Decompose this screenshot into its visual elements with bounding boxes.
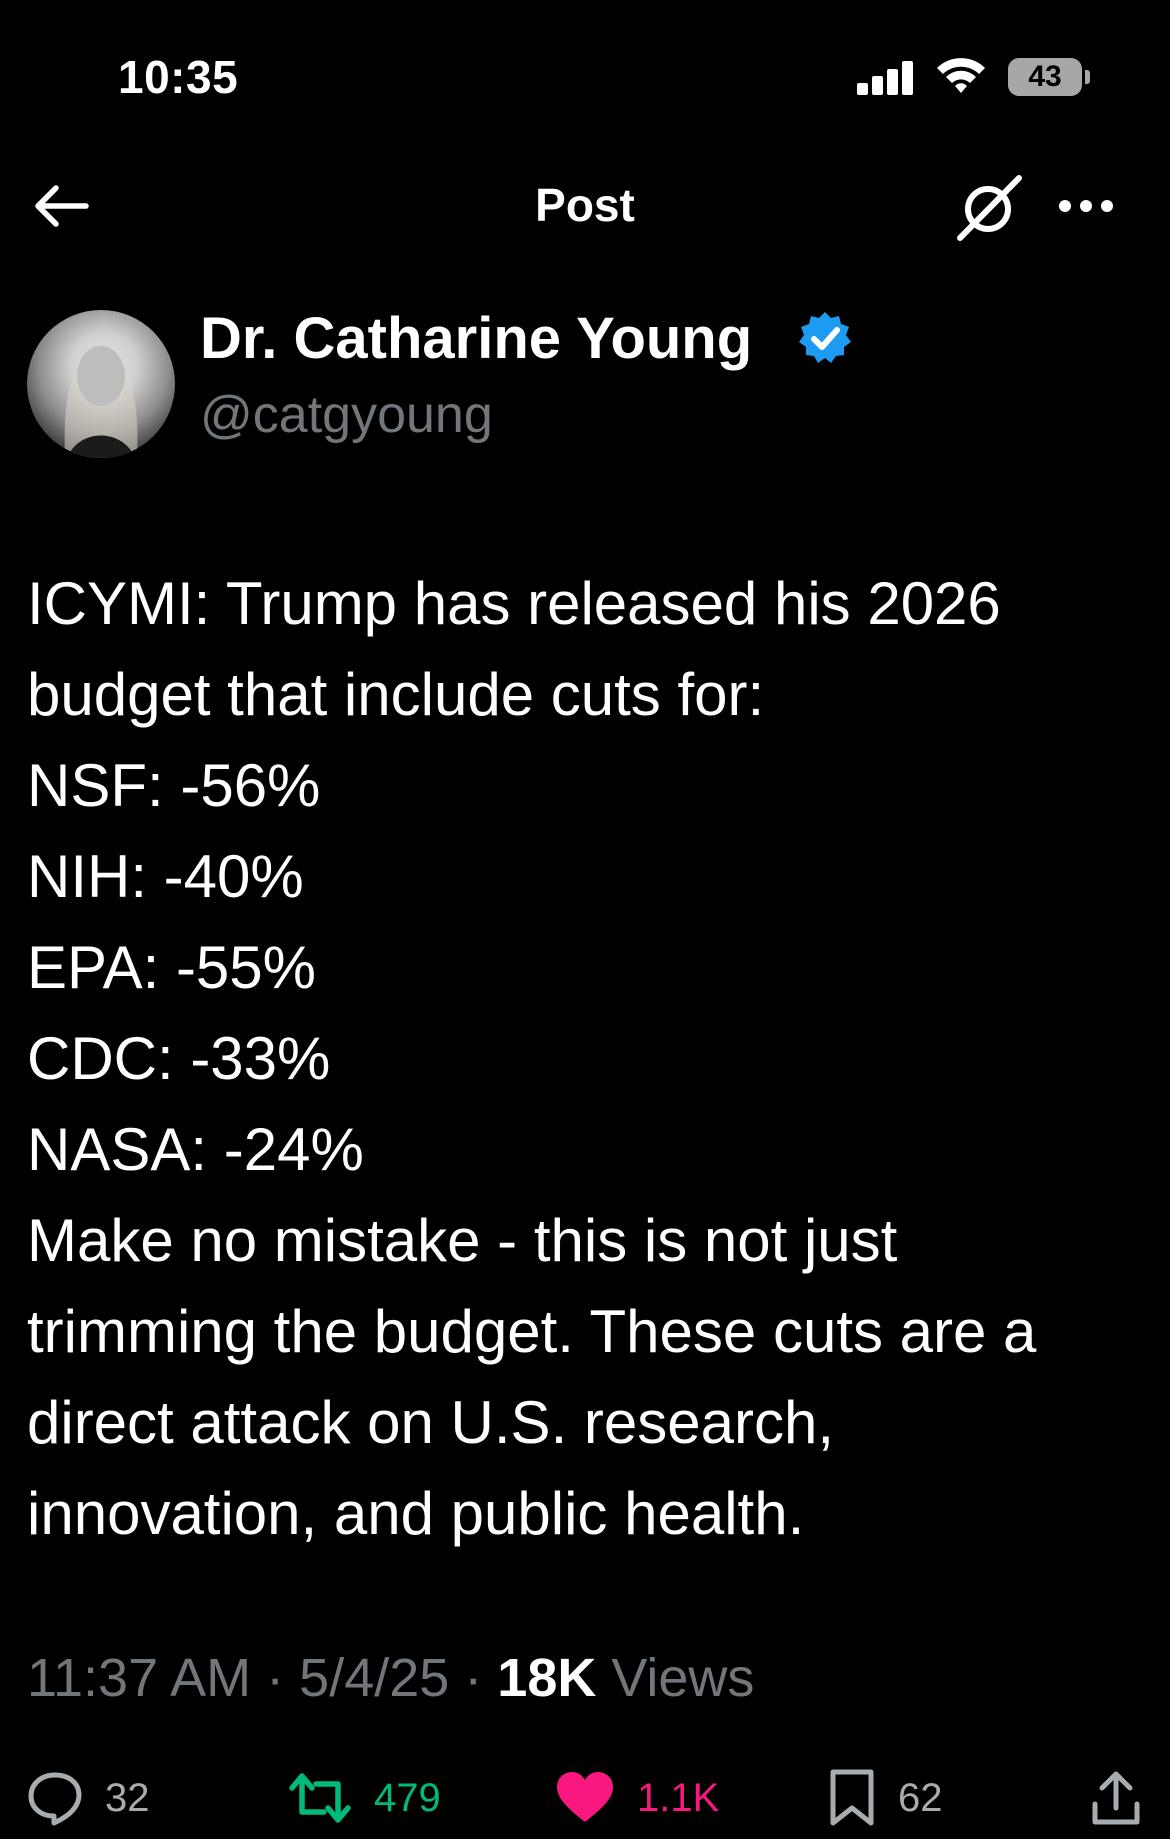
repost-arrows-icon	[289, 1773, 351, 1823]
avatar-portrait	[64, 342, 138, 458]
speech-bubble-icon	[28, 1772, 82, 1826]
bookmark-icon	[830, 1769, 874, 1826]
author-display-name[interactable]: Dr. Catharine Young	[200, 305, 752, 372]
meta-separator: ·	[449, 1648, 498, 1708]
share-upload-icon	[1092, 1771, 1140, 1825]
author-handle[interactable]: @catgyoung	[200, 385, 493, 445]
reply-button[interactable]: 32	[27, 1770, 150, 1826]
battery-icon: 43	[1008, 58, 1082, 96]
wifi-icon	[937, 58, 985, 93]
like-count: 1.1K	[637, 1775, 720, 1820]
share-button[interactable]	[1090, 1770, 1142, 1826]
post-date: 5/4/25	[299, 1648, 450, 1708]
repost-count: 479	[374, 1775, 441, 1820]
battery-level: 43	[1028, 60, 1062, 93]
repost-button[interactable]: 479	[288, 1770, 441, 1826]
views-label: Views	[596, 1648, 755, 1708]
avatar[interactable]	[27, 310, 175, 458]
post-time: 11:37 AM	[27, 1648, 252, 1708]
bookmark-button[interactable]: 62	[828, 1769, 943, 1826]
reply-count: 32	[105, 1775, 150, 1820]
heart-icon	[557, 1772, 613, 1822]
grok-icon[interactable]	[955, 172, 1025, 242]
cellular-signal-icon	[857, 61, 915, 95]
verified-badge-icon	[799, 312, 851, 363]
post-text: ICYMI: Trump has released his 2026 budge…	[27, 570, 1037, 1547]
meta-separator: ·	[251, 1648, 300, 1708]
bookmark-count: 62	[898, 1775, 943, 1820]
status-time: 10:35	[118, 51, 239, 103]
post-meta: 11:37 AM · 5/4/25 · 18K Views	[27, 1647, 754, 1709]
like-button[interactable]: 1.1K	[555, 1770, 719, 1826]
battery-nub	[1085, 70, 1090, 84]
views-count[interactable]: 18K	[497, 1648, 596, 1708]
ellipsis-icon[interactable]	[1057, 198, 1115, 214]
